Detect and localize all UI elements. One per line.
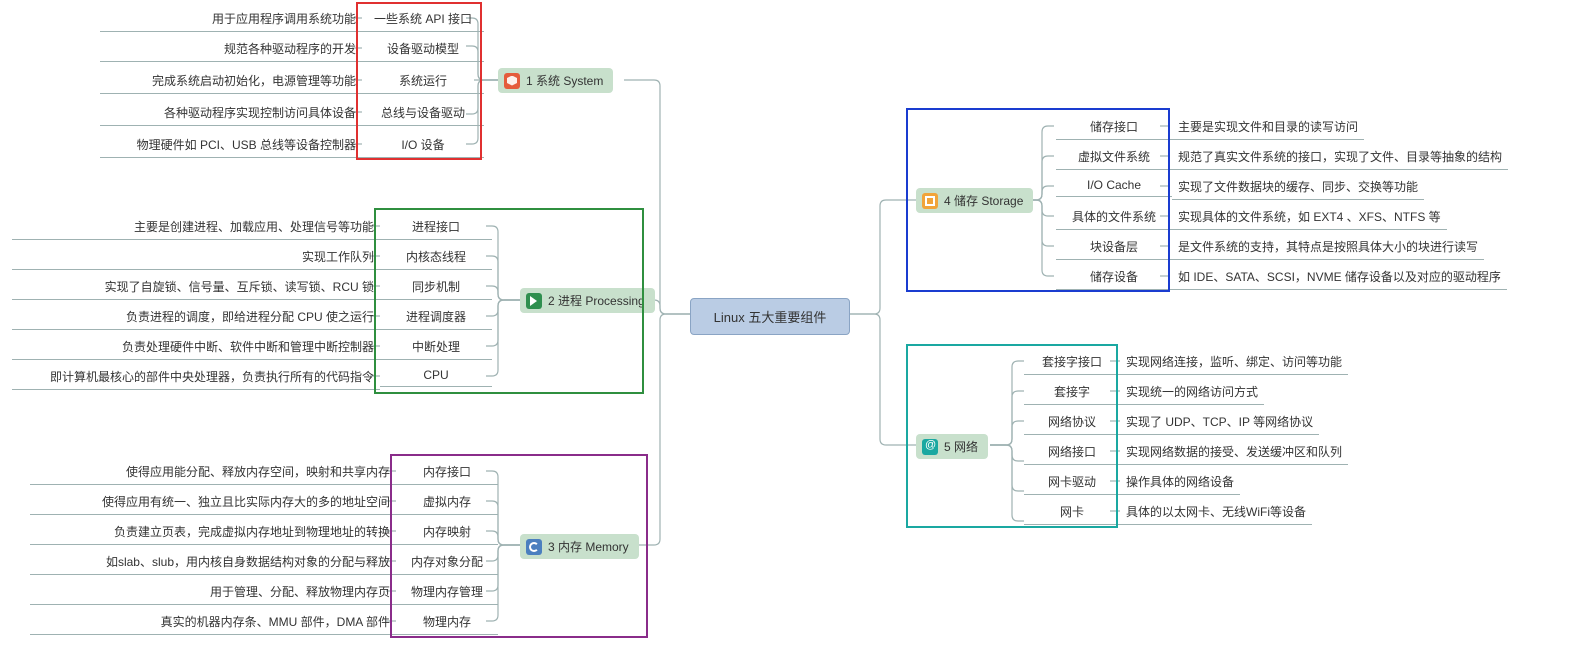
leaf-memory-1[interactable]: 虚拟内存	[396, 489, 498, 515]
leaf-network-1[interactable]: 套接字	[1024, 379, 1120, 405]
desc-storage-4: 是文件系统的支持，其特点是按照具体大小的块进行读写	[1172, 234, 1484, 260]
desc-system-1: 规范各种驱动程序的开发	[100, 36, 362, 62]
leaf-network-3[interactable]: 网络接口	[1024, 439, 1120, 465]
leaf-system-0[interactable]: 一些系统 API 接口	[362, 6, 484, 32]
section-system-label: 1 系统 System	[526, 72, 603, 89]
leaf-process-1[interactable]: 内核态线程	[380, 244, 492, 270]
leaf-network-4[interactable]: 网卡驱动	[1024, 469, 1120, 495]
desc-storage-1: 规范了真实文件系统的接口，实现了文件、目录等抽象的结构	[1172, 144, 1508, 170]
desc-storage-2: 实现了文件数据块的缓存、同步、交换等功能	[1172, 174, 1424, 200]
section-process-label: 2 进程 Processing	[548, 292, 645, 309]
section-process[interactable]: 2 进程 Processing	[520, 288, 655, 313]
desc-memory-2: 负责建立页表，完成虚拟内存地址到物理地址的转换	[30, 519, 396, 545]
leaf-process-3[interactable]: 进程调度器	[380, 304, 492, 330]
desc-memory-3: 如slab、slub，用内核自身数据结构对象的分配与释放	[30, 549, 396, 575]
desc-storage-3: 实现具体的文件系统，如 EXT4 、XFS、NTFS 等	[1172, 204, 1447, 230]
desc-memory-5: 真实的机器内存条、MMU 部件，DMA 部件	[30, 609, 396, 635]
desc-network-3: 实现网络数据的接受、发送缓冲区和队列	[1120, 439, 1348, 465]
leaf-system-1[interactable]: 设备驱动模型	[362, 36, 484, 62]
play-icon	[526, 293, 542, 309]
section-memory-label: 3 内存 Memory	[548, 538, 629, 555]
leaf-storage-4[interactable]: 块设备层	[1056, 234, 1172, 260]
desc-process-4: 负责处理硬件中断、软件中断和管理中断控制器	[12, 334, 380, 360]
section-memory[interactable]: 3 内存 Memory	[520, 534, 639, 559]
desc-process-1: 实现工作队列	[12, 244, 380, 270]
leaf-network-5[interactable]: 网卡	[1024, 499, 1120, 525]
desc-system-0: 用于应用程序调用系统功能	[100, 6, 362, 32]
root-node[interactable]: Linux 五大重要组件	[690, 298, 850, 335]
leaf-network-2[interactable]: 网络协议	[1024, 409, 1120, 435]
leaf-process-5[interactable]: CPU	[380, 364, 492, 387]
desc-system-2: 完成系统启动初始化，电源管理等功能	[100, 68, 362, 94]
desc-network-4: 操作具体的网络设备	[1120, 469, 1240, 495]
leaf-system-2[interactable]: 系统运行	[362, 68, 484, 94]
section-storage-label: 4 储存 Storage	[944, 192, 1023, 209]
desc-process-2: 实现了自旋锁、信号量、互斥锁、读写锁、RCU 锁	[12, 274, 380, 300]
desc-process-0: 主要是创建进程、加载应用、处理信号等功能	[12, 214, 380, 240]
desc-network-1: 实现统一的网络访问方式	[1120, 379, 1264, 405]
desc-system-3: 各种驱动程序实现控制访问具体设备	[100, 100, 362, 126]
desc-storage-0: 主要是实现文件和目录的读写访问	[1172, 114, 1364, 140]
section-network[interactable]: 5 网络	[916, 434, 988, 459]
leaf-memory-4[interactable]: 物理内存管理	[396, 579, 498, 605]
leaf-storage-5[interactable]: 储存设备	[1056, 264, 1172, 290]
leaf-process-2[interactable]: 同步机制	[380, 274, 492, 300]
leaf-storage-1[interactable]: 虚拟文件系统	[1056, 144, 1172, 170]
desc-network-5: 具体的以太网卡、无线WiFi等设备	[1120, 499, 1312, 525]
desc-process-5: 即计算机最核心的部件中央处理器，负责执行所有的代码指令	[12, 364, 380, 390]
leaf-storage-0[interactable]: 储存接口	[1056, 114, 1172, 140]
leaf-process-4[interactable]: 中断处理	[380, 334, 492, 360]
leaf-network-0[interactable]: 套接字接口	[1024, 349, 1120, 375]
at-icon	[922, 439, 938, 455]
desc-storage-5: 如 IDE、SATA、SCSI，NVME 储存设备以及对应的驱动程序	[1172, 264, 1507, 290]
clock-icon	[526, 539, 542, 555]
leaf-storage-3[interactable]: 具体的文件系统	[1056, 204, 1172, 230]
leaf-system-3[interactable]: 总线与设备驱动	[362, 100, 484, 126]
leaf-memory-0[interactable]: 内存接口	[396, 459, 498, 485]
folder-icon	[922, 193, 938, 209]
leaf-memory-2[interactable]: 内存映射	[396, 519, 498, 545]
desc-memory-1: 使得应用有统一、独立且比实际内存大的多的地址空间	[30, 489, 396, 515]
desc-network-0: 实现网络连接，监听、绑定、访问等功能	[1120, 349, 1348, 375]
layers-icon	[504, 73, 520, 89]
desc-memory-0: 使得应用能分配、释放内存空间，映射和共享内存	[30, 459, 396, 485]
section-system[interactable]: 1 系统 System	[498, 68, 613, 93]
desc-process-3: 负责进程的调度，即给进程分配 CPU 使之运行	[12, 304, 380, 330]
desc-memory-4: 用于管理、分配、释放物理内存页	[30, 579, 396, 605]
leaf-process-0[interactable]: 进程接口	[380, 214, 492, 240]
leaf-storage-2[interactable]: I/O Cache	[1056, 174, 1172, 197]
desc-system-4: 物理硬件如 PCI、USB 总线等设备控制器	[100, 132, 362, 158]
section-network-label: 5 网络	[944, 438, 978, 455]
section-storage[interactable]: 4 储存 Storage	[916, 188, 1033, 213]
root-title: Linux 五大重要组件	[714, 310, 827, 325]
leaf-memory-5[interactable]: 物理内存	[396, 609, 498, 635]
desc-network-2: 实现了 UDP、TCP、IP 等网络协议	[1120, 409, 1319, 435]
leaf-memory-3[interactable]: 内存对象分配	[396, 549, 498, 575]
leaf-system-4[interactable]: I/O 设备	[362, 132, 484, 158]
mindmap-canvas: Linux 五大重要组件 1 系统 System 一些系统 API 接口 设备驱…	[0, 0, 1588, 646]
